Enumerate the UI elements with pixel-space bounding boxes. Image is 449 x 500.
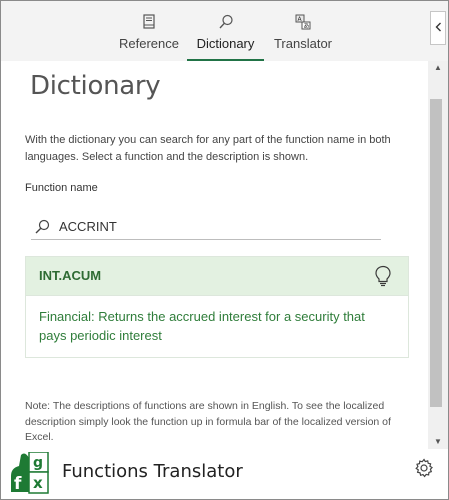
note-text: Note: The descriptions of functions are … — [25, 400, 391, 443]
search-icon — [34, 219, 50, 240]
tab-translator[interactable]: A あ Translator — [267, 1, 339, 61]
intro-text: With the dictionary you can search for a… — [25, 134, 391, 163]
chevron-left-icon — [435, 21, 442, 35]
scroll-up-icon[interactable]: ▲ — [428, 61, 448, 75]
collapse-button[interactable] — [430, 11, 446, 45]
tab-reference-label: Reference — [119, 36, 179, 51]
function-name-label: Function name — [25, 182, 98, 194]
tab-dictionary[interactable]: Dictionary — [187, 1, 264, 61]
function-search-input[interactable] — [59, 216, 359, 236]
lightbulb-icon[interactable] — [374, 265, 392, 292]
svg-text:あ: あ — [304, 23, 310, 30]
svg-text:x: x — [33, 474, 43, 492]
main-content: Dictionary With the dictionary you can s… — [1, 61, 428, 449]
svg-text:f: f — [14, 474, 22, 494]
book-icon — [142, 14, 156, 33]
scroll-down-icon[interactable]: ▼ — [428, 435, 448, 449]
tab-translator-label: Translator — [273, 36, 333, 51]
app-title: Functions Translator — [62, 461, 243, 482]
tab-bar: Reference Dictionary A あ Translator — [1, 1, 428, 61]
footer: f g x Functions Translator — [1, 449, 448, 499]
result-card-header: INT.ACUM — [26, 257, 408, 296]
function-description: Financial: Returns the accrued interest … — [39, 309, 365, 343]
task-pane: Reference Dictionary A あ Translator Dict… — [0, 0, 449, 500]
translate-icon: A あ — [295, 14, 311, 33]
collapse-pane — [428, 1, 448, 61]
function-name: INT.ACUM — [39, 268, 102, 283]
app-logo: f g x — [9, 451, 49, 499]
tab-dictionary-label: Dictionary — [196, 36, 255, 51]
result-card[interactable]: INT.ACUM Financial: Returns the accrued … — [25, 256, 409, 358]
scrollbar-thumb[interactable] — [430, 99, 442, 407]
search-box — [31, 212, 381, 240]
svg-text:g: g — [33, 455, 43, 471]
vertical-scrollbar[interactable]: ▲ ▼ — [428, 61, 448, 449]
page-title: Dictionary — [30, 71, 161, 101]
search-icon — [218, 14, 234, 33]
gear-icon[interactable] — [414, 458, 434, 483]
tab-reference[interactable]: Reference — [109, 1, 189, 61]
